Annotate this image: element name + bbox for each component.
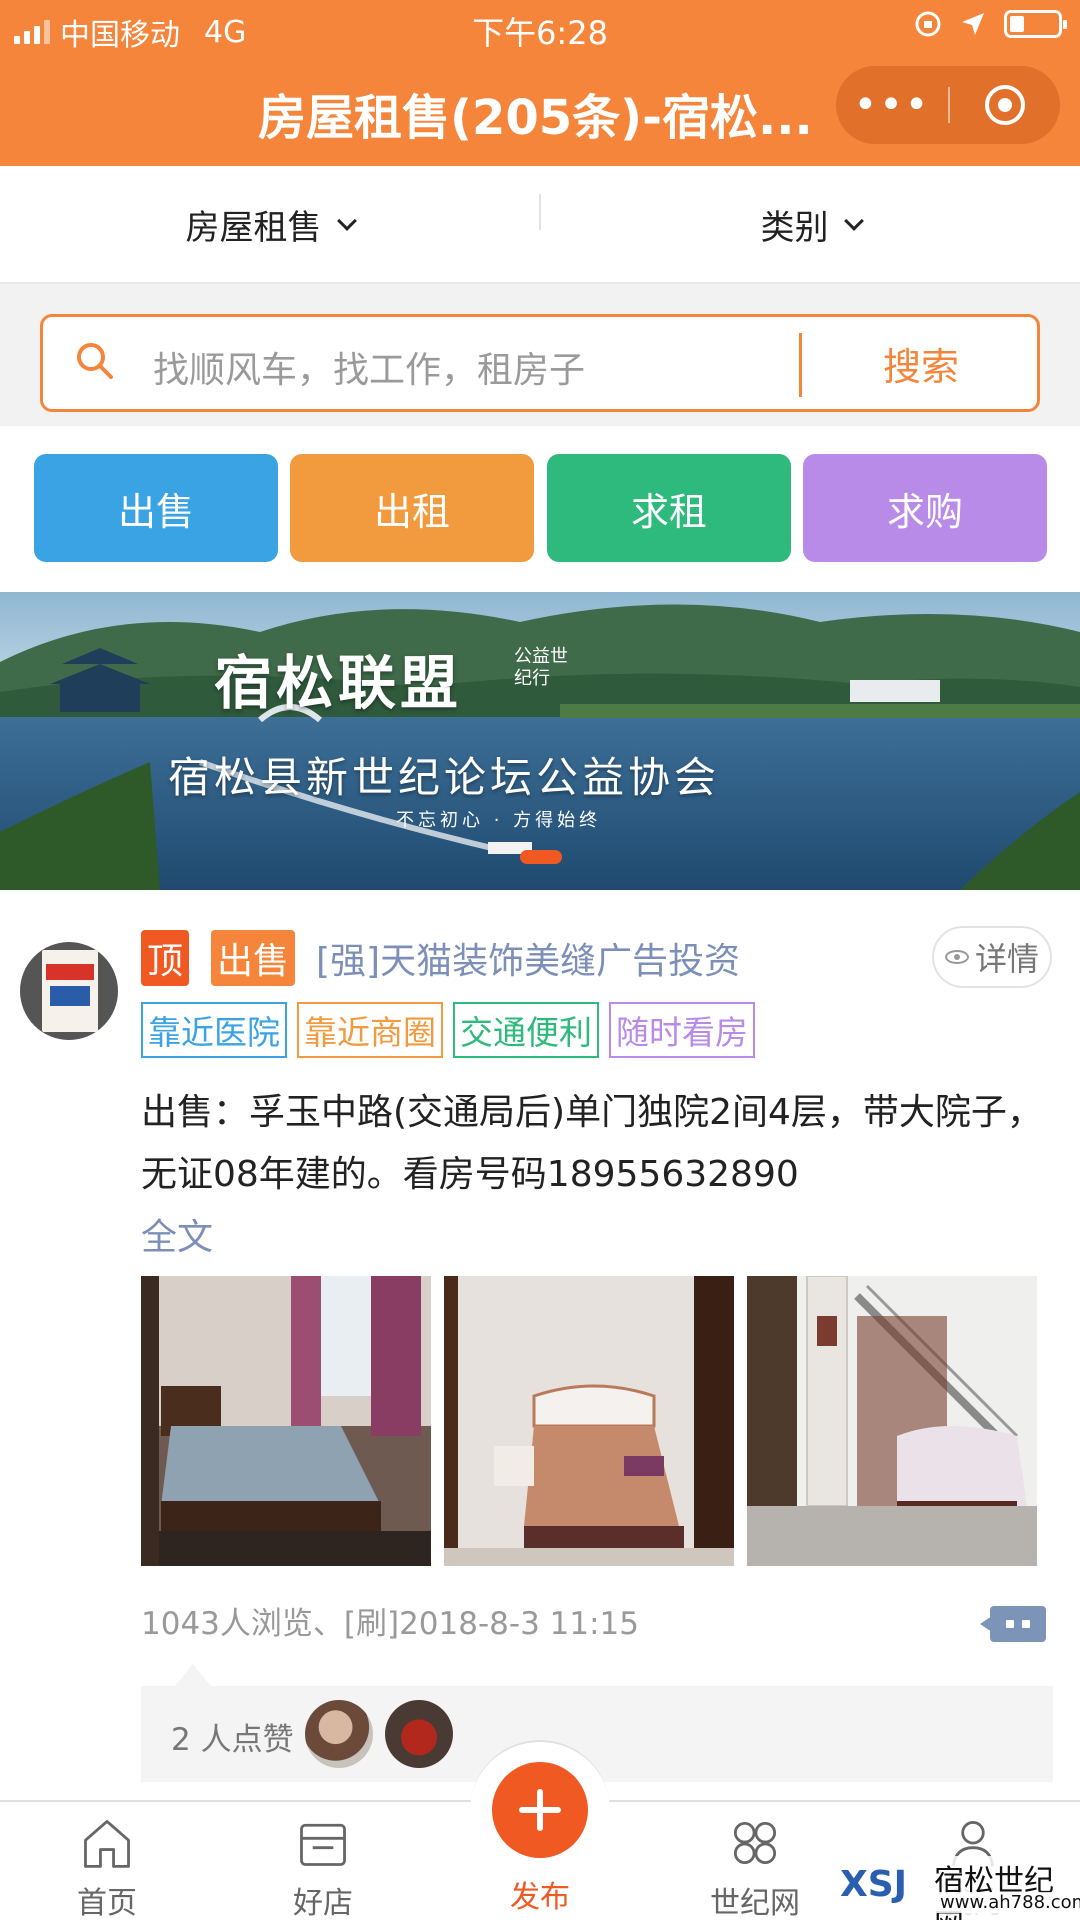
filter-bar: 房屋租售 类别 (0, 166, 1080, 284)
listing-card[interactable]: 顶 出售 [强]天猫装饰美缝广告投资 详情 靠近医院 靠近商圈 交通便利 随时看… (0, 890, 1080, 1810)
avatar[interactable] (20, 942, 118, 1040)
living-room-photo-image (747, 1276, 1037, 1566)
feature-tag: 交通便利 (453, 1002, 599, 1058)
bedroom-photo-image (141, 1276, 431, 1566)
more-button[interactable]: ••• (836, 85, 948, 125)
shop-icon (300, 1823, 346, 1866)
likes-count: 2 人点赞 (171, 1722, 294, 1758)
banner-subtitle: 宿松县新世纪论坛公益协会 (168, 753, 721, 802)
tab-site[interactable]: 世纪网 (680, 1814, 830, 1920)
site-watermark: XSJ 宿松世纪网 www.ah788.com (840, 1856, 1080, 1920)
home-icon (84, 1820, 130, 1868)
search-icon (77, 343, 113, 379)
category-seek-rent-button[interactable]: 求租 (547, 454, 791, 562)
search-box: 找顺风车，找工作，租房子 搜索 (40, 314, 1040, 412)
filter-category-dropdown[interactable]: 房屋租售 (0, 166, 539, 282)
grid-icon (733, 1821, 777, 1865)
category-rent-out-button[interactable]: 出租 (290, 454, 534, 562)
search-area: 找顺风车，找工作，租房子 搜索 (0, 284, 1080, 426)
page-title: 房屋租售(205条)-宿松... (258, 90, 813, 146)
category-seek-buy-button[interactable]: 求购 (803, 454, 1047, 562)
battery-icon (1004, 10, 1067, 38)
app-page: 中国移动 4G 下午6:28 房屋租售(205条)-宿松... ••• 房屋租售 (0, 0, 1080, 1920)
fulltext-link[interactable]: 全文 (141, 1208, 213, 1260)
post-meta: 1043人浏览、[刷]2018-8-3 11:15 (141, 1606, 639, 1642)
top-bar: 中国移动 4G 下午6:28 房屋租售(205条)-宿松... ••• (0, 0, 1080, 166)
search-divider (799, 333, 802, 397)
tab-publish-label: 发布 (510, 1880, 570, 1915)
filter-category-label: 房屋租售 (185, 207, 322, 248)
carousel-indicator (520, 850, 562, 864)
liker-avatar[interactable] (385, 1700, 453, 1768)
chevron-down-icon (843, 211, 864, 231)
feature-tag: 靠近商圈 (297, 1002, 443, 1058)
bedroom-photo-image (444, 1276, 734, 1566)
close-button[interactable] (950, 85, 1060, 125)
detail-button[interactable]: 详情 (932, 926, 1052, 988)
search-button[interactable]: 搜索 (803, 317, 1039, 409)
banner-vertical-text: 公益世纪行 (514, 646, 568, 689)
category-buttons: 出售 出租 求租 求购 (0, 426, 1080, 588)
filter-type-label: 类别 (760, 207, 829, 248)
tab-site-label: 世纪网 (710, 1886, 800, 1920)
liker-avatar[interactable] (305, 1700, 373, 1768)
feature-tag: 靠近医院 (141, 1002, 287, 1058)
banner-title: 宿松联盟 (214, 649, 463, 717)
type-badge: 出售 (211, 930, 295, 986)
tab-home-label: 首页 (77, 1886, 137, 1920)
chevron-down-icon (336, 211, 357, 231)
watermark-url: www.ah788.com (936, 1892, 1080, 1913)
watermark-logo: XSJ (840, 1864, 908, 1905)
category-sell-button[interactable]: 出售 (34, 454, 278, 562)
rotation-lock-icon (915, 11, 941, 37)
plus-icon (519, 1789, 561, 1831)
comment-icon[interactable] (980, 1606, 1046, 1642)
post-photo[interactable] (444, 1276, 734, 1566)
eye-icon (944, 950, 969, 964)
tab-shops-label: 好店 (293, 1886, 353, 1920)
tab-shops[interactable]: 好店 (248, 1814, 398, 1920)
post-title[interactable]: [强]天猫装饰美缝广告投资 (316, 932, 740, 984)
pinned-badge: 顶 (141, 930, 189, 986)
search-input[interactable]: 找顺风车，找工作，租房子 (153, 341, 585, 393)
banner-slogan: 不忘初心 · 方得始终 (396, 810, 602, 831)
feature-tag: 随时看房 (609, 1002, 755, 1058)
status-bar: 中国移动 4G 下午6:28 (0, 0, 1080, 56)
target-icon (985, 85, 1025, 125)
mini-program-capsule: ••• (836, 66, 1060, 144)
post-photo[interactable] (141, 1276, 431, 1566)
post-body: 出售：孚玉中路(交通局后)单门独院2间4层，带大院子，无证08年建的。看房号码1… (141, 1092, 1043, 1195)
location-icon (962, 13, 984, 35)
post-photo[interactable] (747, 1276, 1037, 1566)
tab-home[interactable]: 首页 (32, 1814, 182, 1920)
detail-label: 详情 (974, 940, 1039, 978)
publish-button[interactable] (492, 1762, 588, 1858)
likes-panel: 2 人点赞 (141, 1664, 1053, 1782)
promo-banner[interactable]: 宿松联盟 公益世纪行 宿松县新世纪论坛公益协会 不忘初心 · 方得始终 (0, 592, 1080, 890)
status-right (914, 10, 1067, 38)
banner-landscape-image (0, 592, 1080, 890)
filter-type-dropdown[interactable]: 类别 (541, 166, 1080, 282)
